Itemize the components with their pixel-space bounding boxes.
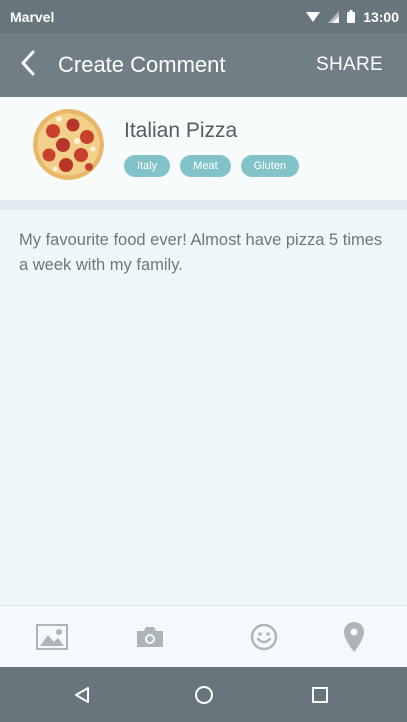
- signal-icon: [328, 10, 340, 23]
- clock: 13:00: [363, 8, 399, 25]
- carrier-name: Marvel: [10, 8, 55, 25]
- app-bar: Create Comment SHARE: [0, 33, 407, 97]
- tag-meat[interactable]: Meat: [180, 155, 231, 177]
- page-title: Create Comment: [58, 52, 226, 77]
- food-card: Italian Pizza Italy Meat Gluten: [0, 97, 407, 200]
- battery-icon: [347, 10, 356, 23]
- camera-icon[interactable]: [133, 620, 167, 654]
- status-bar: Marvel 13:00: [0, 0, 407, 33]
- home-circle-icon[interactable]: [189, 680, 219, 710]
- back-arrow-icon: [20, 50, 36, 81]
- tag-italy[interactable]: Italy: [124, 155, 171, 177]
- tag-gluten[interactable]: Gluten: [240, 155, 300, 177]
- wifi-icon: [306, 11, 321, 23]
- food-name: Italian Pizza: [124, 119, 238, 142]
- comment-text: My favourite food ever! Almost have pizz…: [19, 231, 383, 274]
- share-button[interactable]: SHARE: [316, 54, 383, 76]
- image-icon[interactable]: [35, 620, 69, 654]
- system-nav-bar: [0, 667, 407, 722]
- back-button[interactable]: [0, 33, 56, 97]
- pizza-image: [33, 109, 104, 180]
- attachment-toolbar: [0, 605, 407, 667]
- comment-input[interactable]: My favourite food ever! Almost have pizz…: [0, 210, 407, 605]
- section-divider: [0, 200, 407, 210]
- tag-list: Italy Meat Gluten: [124, 155, 300, 177]
- recents-square-icon[interactable]: [305, 680, 335, 710]
- emoji-icon[interactable]: [247, 620, 281, 654]
- back-triangle-icon[interactable]: [67, 680, 97, 710]
- location-icon[interactable]: [337, 620, 371, 654]
- status-icons: 13:00: [306, 9, 399, 25]
